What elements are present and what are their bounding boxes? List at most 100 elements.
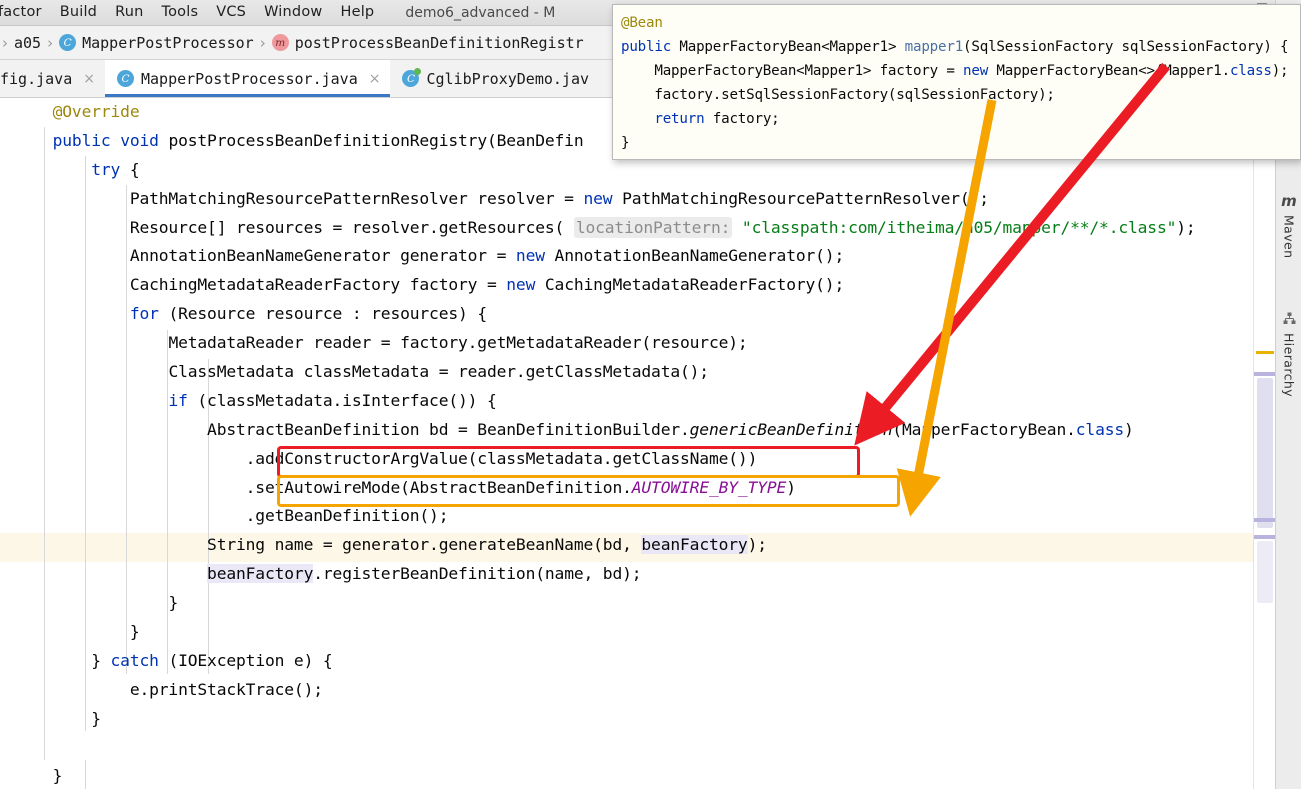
code-token: .addConstructorArgValue(classMetadata.ge… — [245, 448, 758, 468]
tab-fig-java[interactable]: fig.java × — [0, 60, 105, 97]
breadcrumb-label: a05 — [14, 33, 42, 52]
popup-code-line: MapperFactoryBean<Mapper1> factory = new… — [621, 59, 1300, 83]
vertical-scrollbar-thumb-lower[interactable] — [1257, 541, 1273, 603]
vertical-scrollbar-thumb[interactable] — [1257, 378, 1273, 528]
popup-code-token: factory.setSqlSessionFactory(sqlSessionF… — [621, 87, 1055, 103]
menu-item-help[interactable]: Help — [331, 0, 383, 25]
hierarchy-icon — [1283, 312, 1296, 328]
menu-item-refactor[interactable]: factor — [0, 0, 51, 25]
code-token: (classMetadata.isInterface()) { — [187, 390, 497, 410]
code-token: new — [515, 246, 545, 266]
code-line[interactable]: e.printStackTrace(); — [0, 676, 1196, 705]
method-icon: m — [271, 34, 289, 51]
class-icon: C — [116, 70, 134, 87]
code-line[interactable]: if (classMetadata.isInterface()) { — [0, 387, 1196, 416]
close-icon[interactable]: × — [369, 71, 381, 87]
code-token: { — [120, 159, 140, 179]
code-line[interactable]: try { — [0, 156, 1196, 185]
code-token: } — [168, 593, 179, 613]
code-line[interactable]: AbstractBeanDefinition bd = BeanDefiniti… — [0, 416, 1196, 445]
code-token: for — [129, 304, 159, 324]
breadcrumb-item-class[interactable]: C MapperPostProcessor — [55, 34, 258, 52]
menu-item-tools[interactable]: Tools — [153, 0, 208, 25]
code-line[interactable]: for (Resource resource : resources) { — [0, 300, 1196, 329]
code-token: } — [91, 650, 111, 670]
tool-tab-hierarchy[interactable]: Hierarchy — [1276, 312, 1301, 397]
code-line[interactable]: } — [0, 762, 1196, 789]
code-token: (Resource resource : resources) { — [158, 304, 487, 324]
code-token: CachingMetadataReaderFactory(); — [535, 275, 845, 295]
popup-code-token: ); — [1271, 63, 1289, 79]
code-line[interactable]: .setAutowireMode(AbstractBeanDefinition.… — [0, 474, 1196, 503]
code-content[interactable]: @Override public void postProcessBeanDef… — [0, 98, 1196, 789]
code-line[interactable]: } catch (IOException e) { — [0, 647, 1196, 676]
code-line[interactable]: PathMatchingResourcePatternResolver reso… — [0, 185, 1196, 214]
menu-item-label: Tools — [161, 4, 199, 20]
menu-item-window[interactable]: Window — [255, 0, 331, 25]
menu-item-label: Help — [340, 4, 375, 20]
code-line[interactable] — [0, 734, 1196, 763]
breadcrumb-separator: › — [259, 33, 266, 52]
editor-marker-bar[interactable] — [1253, 98, 1276, 789]
code-line[interactable]: AnnotationBeanNameGenerator generator = … — [0, 242, 1196, 271]
code-token: .setAutowireMode(AbstractBeanDefinition. — [245, 477, 632, 497]
code-line[interactable]: MetadataReader reader = factory.getMetad… — [0, 329, 1196, 358]
ide-window: factor Build Run Tools VCS Window Help d… — [0, 0, 1301, 789]
popup-code-token: mapper1 — [904, 39, 964, 55]
menu-item-vcs[interactable]: VCS — [207, 0, 255, 25]
tool-tab-maven[interactable]: m Maven — [1276, 192, 1301, 258]
code-line[interactable]: } — [0, 705, 1196, 734]
menu-item-run[interactable]: Run — [106, 0, 152, 25]
code-line[interactable]: Resource[] resources = resolver.getResou… — [0, 214, 1196, 243]
scroll-thumb-top-edge — [1254, 372, 1276, 376]
tool-tab-label: Hierarchy — [1281, 333, 1297, 398]
breadcrumb-label: postProcessBeanDefinitionRegistr — [294, 33, 584, 52]
code-token: } — [129, 622, 140, 642]
popup-code-token: MapperFactoryBean<Mapper1> — [671, 39, 905, 55]
popup-code-line: return factory; — [621, 107, 1300, 131]
menu-item-build[interactable]: Build — [51, 0, 106, 25]
quick-definition-popup[interactable]: @Bean public MapperFactoryBean<Mapper1> m… — [612, 4, 1301, 160]
code-line[interactable]: } — [0, 618, 1196, 647]
code-token: AnnotationBeanNameGenerator(); — [544, 246, 845, 266]
code-token: MetadataReader reader = factory.getMetad… — [168, 333, 748, 353]
code-line[interactable]: CachingMetadataReaderFactory factory = n… — [0, 271, 1196, 300]
code-token: PathMatchingResourcePatternResolver(); — [612, 188, 989, 208]
code-line[interactable]: beanFactory.registerBeanDefinition(name,… — [0, 560, 1196, 589]
popup-code-token: public — [621, 39, 672, 55]
code-line[interactable]: .getBeanDefinition(); — [0, 502, 1196, 531]
code-token: beanFactory — [207, 564, 314, 584]
warning-marker[interactable] — [1256, 351, 1274, 354]
menu-item-label: factor — [0, 4, 42, 20]
code-token: (IOException e) { — [158, 650, 333, 670]
code-line[interactable]: } — [0, 589, 1196, 618]
breadcrumb-item-a05[interactable]: a05 — [10, 34, 45, 52]
tab-cglibproxydemo-java[interactable]: C CglibProxyDemo.jav — [390, 60, 599, 97]
popup-code-token: (SqlSessionFactory sqlSessionFactory) { — [963, 39, 1289, 55]
code-token: Resource[] resources = resolver.getResou… — [129, 217, 574, 237]
code-token: PathMatchingResourcePatternResolver reso… — [129, 188, 584, 208]
tab-label: fig.java — [0, 69, 73, 88]
scroll-thumb-marker — [1254, 535, 1276, 539]
breadcrumb-item-method[interactable]: m postProcessBeanDefinitionRegistr — [268, 34, 588, 52]
popup-code-line: } — [621, 131, 1300, 155]
code-line[interactable]: String name = generator.generateBeanName… — [0, 531, 1196, 560]
code-token: @Override — [52, 102, 140, 121]
menu-item-label: VCS — [216, 4, 247, 20]
popup-code-line: factory.setSqlSessionFactory(sqlSessionF… — [621, 83, 1300, 107]
code-token: ); — [1176, 217, 1196, 237]
code-line[interactable]: ClassMetadata classMetadata = reader.get… — [0, 358, 1196, 387]
popup-code-token: MapperFactoryBean<>(Mapper1. — [988, 63, 1230, 79]
tab-mapperpostprocessor-java[interactable]: C MapperPostProcessor.java × — [104, 60, 391, 97]
code-token: AUTOWIRE_BY_TYPE — [631, 477, 787, 497]
code-line[interactable]: .addConstructorArgValue(classMetadata.ge… — [0, 445, 1196, 474]
code-token: "classpath:com/itheima/a05/mapper/**/*.c… — [741, 217, 1177, 237]
code-token: .registerBeanDefinition(name, bd); — [313, 564, 642, 584]
close-icon[interactable]: × — [83, 71, 95, 87]
popup-code-token: } — [621, 135, 630, 151]
code-editor[interactable]: @Override public void postProcessBeanDef… — [0, 98, 1253, 789]
code-token: class — [1075, 419, 1125, 439]
popup-code-line: public MapperFactoryBean<Mapper1> mapper… — [621, 35, 1300, 59]
popup-code-token: class — [1229, 63, 1272, 79]
